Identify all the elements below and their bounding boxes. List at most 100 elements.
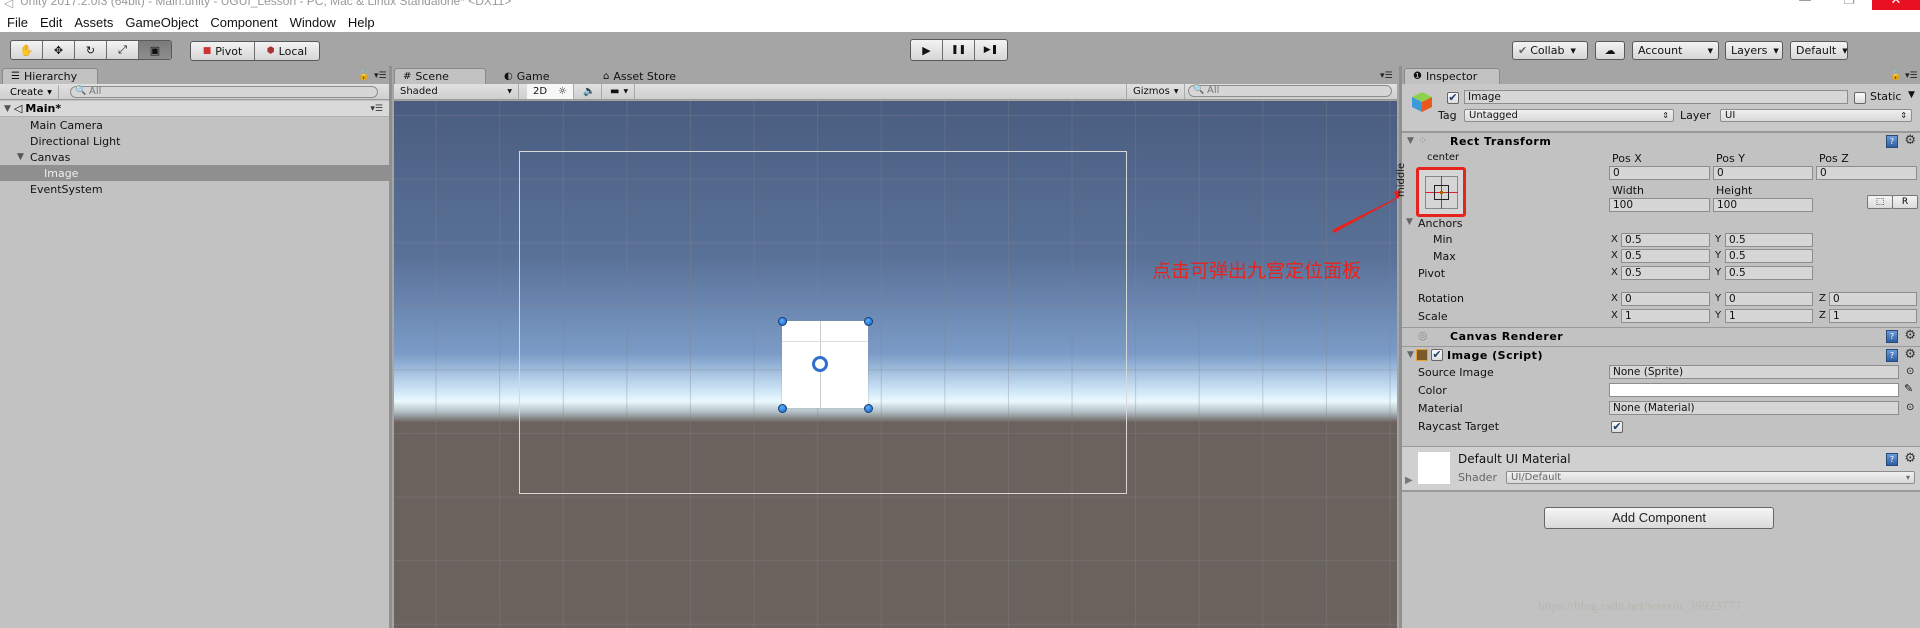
menu-gameobject[interactable]: GameObject [125,15,198,30]
help-book-icon[interactable]: ? [1886,349,1898,362]
scene-viewport[interactable]: 点击可弹出九宫定位面板 [394,101,1397,628]
tab-hierarchy[interactable]: ☰ Hierarchy [2,68,98,84]
gear-icon[interactable]: ⚙ [1904,133,1916,148]
gameobject-cube-icon[interactable] [1410,90,1434,114]
move-tool-icon[interactable]: ✥ [43,41,75,59]
panel-menu-icon[interactable]: ▾☰ [1905,71,1918,81]
eyedropper-icon[interactable]: ✎ [1904,382,1913,395]
cloud-button[interactable]: ☁ [1595,41,1625,60]
2d-toggle[interactable]: 2D [527,84,555,99]
pos-z-input[interactable]: 0 [1816,166,1917,180]
layout-dropdown[interactable]: Default ▼ [1790,41,1848,60]
lighting-toggle[interactable]: ☼ [552,84,574,99]
anchor-presets-button[interactable] [1416,167,1466,217]
hand-tool-icon[interactable]: ✋ [11,41,43,59]
menu-assets[interactable]: Assets [74,15,113,30]
step-button[interactable]: ▶❚ [975,40,1007,60]
active-checkbox[interactable]: ✔ [1447,92,1459,104]
raycast-target-checkbox[interactable]: ✔ [1611,421,1623,433]
object-picker-icon[interactable]: ⊙ [1906,402,1914,413]
rotation-z-input[interactable]: 0 [1829,292,1917,306]
rect-tool-icon[interactable]: ▣ [139,41,171,59]
layer-dropdown[interactable]: UI ⇕ [1720,109,1912,122]
raw-edit-button[interactable]: ⬚ [1867,195,1893,209]
gear-icon[interactable]: ⚙ [1904,451,1916,466]
pivot-x-input[interactable]: 0.5 [1621,266,1710,280]
gizmos-dropdown[interactable]: Gizmos ▼ [1126,84,1186,99]
tag-dropdown[interactable]: Untagged ⇕ [1464,109,1674,122]
pivot-button[interactable]: ■ Pivot [191,42,255,60]
pos-x-input[interactable]: 0 [1609,166,1710,180]
hierarchy-item-main-camera[interactable]: Main Camera [0,117,389,133]
help-book-icon[interactable]: ? [1886,330,1898,343]
rotate-tool-icon[interactable]: ↻ [75,41,107,59]
help-book-icon[interactable]: ? [1886,135,1898,148]
local-button[interactable]: ⬢ Local [255,42,319,60]
lock-icon[interactable]: 🔒 [1890,71,1901,81]
pivot-handle-icon[interactable] [812,356,828,372]
gear-icon[interactable]: ⚙ [1904,328,1916,343]
collab-button[interactable]: ✔ Collab ▼ [1512,41,1588,60]
static-checkbox[interactable] [1854,92,1866,104]
panel-menu-icon[interactable]: ▾☰ [1380,71,1393,81]
image-enabled-checkbox[interactable]: ✔ [1431,349,1443,361]
anchor-min-x-input[interactable]: 0.5 [1621,233,1710,247]
scene-menu-icon[interactable]: ▾☰ [370,104,383,114]
expand-triangle-icon[interactable]: ▶ [1405,475,1413,486]
collapse-triangle-icon[interactable]: ▼ [1407,350,1414,360]
hierarchy-item-eventsystem[interactable]: EventSystem [0,181,389,197]
anchors-triangle-icon[interactable]: ▼ [1406,217,1413,227]
menu-help[interactable]: Help [348,15,375,30]
anchor-max-y-input[interactable]: 0.5 [1725,249,1813,263]
pause-button[interactable]: ❚❚ [943,40,975,60]
static-dropdown-icon[interactable]: ▼ [1908,90,1915,100]
tab-scene[interactable]: # Scene [394,68,486,84]
tab-inspector[interactable]: ❶ Inspector [1404,68,1500,84]
expand-triangle-icon[interactable]: ▼ [4,104,11,114]
audio-toggle[interactable]: 🔈 [577,84,603,99]
object-name-input[interactable]: Image [1464,90,1848,104]
add-component-button[interactable]: Add Component [1544,507,1774,529]
hierarchy-search-input[interactable]: 🔍 All [70,86,378,98]
expand-triangle-icon[interactable]: ▼ [17,152,24,162]
image-script-header[interactable]: ▼ ✔ Image (Script) ? ⚙ [1402,346,1920,364]
minimize-button[interactable]: — [1792,0,1818,10]
pivot-y-input[interactable]: 0.5 [1725,266,1813,280]
rect-transform-header[interactable]: ▼ ⁘ Rect Transform ? ⚙ [1402,132,1920,150]
scale-z-input[interactable]: 1 [1829,309,1917,323]
resize-handle-top-right[interactable] [864,317,873,326]
hierarchy-item-canvas[interactable]: ▼ Canvas [0,149,389,165]
scale-tool-icon[interactable]: ⤢ [107,41,139,59]
tab-asset-store[interactable]: ⌂ Asset Store [595,68,684,84]
rotation-x-input[interactable]: 0 [1621,292,1710,306]
close-button[interactable]: ✕ [1872,0,1920,10]
panel-menu-icon[interactable]: ▾☰ [374,71,387,81]
canvas-renderer-header[interactable]: ◎ Canvas Renderer ? ⚙ [1402,327,1920,345]
source-image-field[interactable]: None (Sprite) [1609,365,1899,379]
hierarchy-item-image[interactable]: Image [0,165,389,181]
width-input[interactable]: 100 [1609,198,1710,212]
maximize-button[interactable]: ❐ [1836,0,1862,10]
image-object[interactable] [782,321,868,408]
shading-mode-dropdown[interactable]: Shaded ▼ [394,84,519,99]
menu-file[interactable]: File [7,15,28,30]
height-input[interactable]: 100 [1713,198,1813,212]
resize-handle-top-left[interactable] [778,317,787,326]
resize-handle-bottom-left[interactable] [778,404,787,413]
object-picker-icon[interactable]: ⊙ [1906,366,1914,377]
lock-icon[interactable]: 🔒 [358,71,369,81]
anchor-min-y-input[interactable]: 0.5 [1725,233,1813,247]
scene-search-input[interactable]: 🔍 All [1188,85,1392,97]
effects-dropdown[interactable]: ▬ ▼ [604,84,636,99]
tab-game[interactable]: ◐ Game [496,68,557,84]
pos-y-input[interactable]: 0 [1713,166,1813,180]
rotation-y-input[interactable]: 0 [1725,292,1813,306]
layers-dropdown[interactable]: Layers ▼ [1725,41,1783,60]
account-dropdown[interactable]: Account ▼ [1632,41,1719,60]
create-dropdown[interactable]: Create ▼ [4,85,59,99]
help-book-icon[interactable]: ? [1886,453,1898,466]
hierarchy-item-directional-light[interactable]: Directional Light [0,133,389,149]
material-field[interactable]: None (Material) [1609,401,1899,415]
resize-handle-bottom-right[interactable] [864,404,873,413]
menu-edit[interactable]: Edit [40,15,62,30]
